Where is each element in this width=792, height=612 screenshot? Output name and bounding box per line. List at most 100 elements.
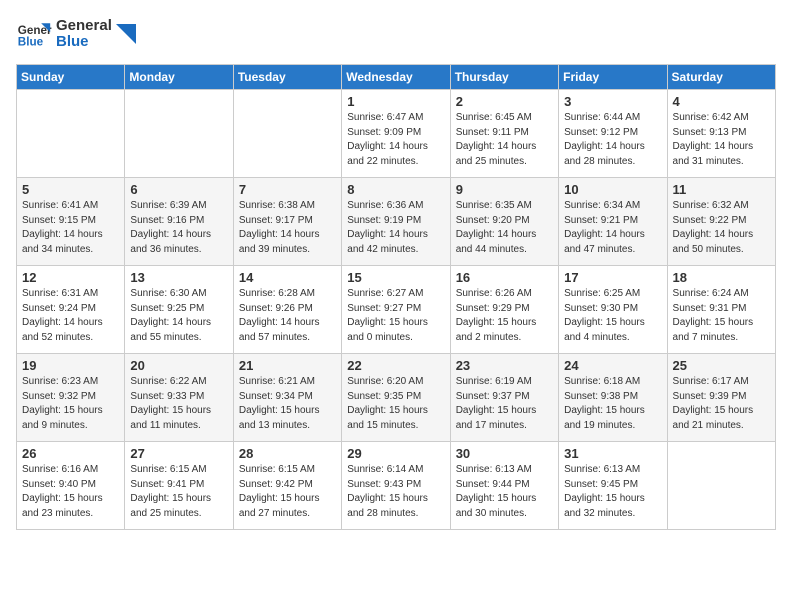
day-info: Sunrise: 6:15 AM Sunset: 9:42 PM Dayligh… <box>239 463 336 521</box>
day-info: Sunrise: 6:27 AM Sunset: 9:27 PM Dayligh… <box>347 287 444 345</box>
day-number: 15 <box>347 270 444 285</box>
day-cell: 17Sunrise: 6:25 AM Sunset: 9:30 PM Dayli… <box>559 266 667 354</box>
day-info: Sunrise: 6:30 AM Sunset: 9:25 PM Dayligh… <box>130 287 227 345</box>
day-info: Sunrise: 6:38 AM Sunset: 9:17 PM Dayligh… <box>239 199 336 257</box>
header-saturday: Saturday <box>667 65 775 90</box>
day-cell: 27 Sunrise: 6:15 AM Sunset: 9:41 PM Dayli… <box>125 442 233 530</box>
header-tuesday: Tuesday <box>233 65 341 90</box>
day-cell: 26 Sunrise: 6:16 AM Sunset: 9:40 PM Dayli… <box>17 442 125 530</box>
day-number: 12 <box>22 270 119 285</box>
logo-text-general: General <box>56 18 112 35</box>
day-info: Sunrise: 6:31 AM Sunset: 9:24 PM Dayligh… <box>22 287 119 345</box>
day-cell: 13 Sunrise: 6:30 AM Sunset: 9:25 PM Dayli… <box>125 266 233 354</box>
day-cell: 23Sunrise: 6:19 AM Sunset: 9:37 PM Dayli… <box>450 354 558 442</box>
week-row-1: 5 Sunrise: 6:41 AM Sunset: 9:15 PM Daylig… <box>17 178 776 266</box>
day-number: 1 <box>347 94 444 109</box>
logo-text-blue: Blue <box>56 34 112 51</box>
day-cell <box>125 90 233 178</box>
day-cell: 1 Sunrise: 6:47 AM Sunset: 9:09 PM Daylig… <box>342 90 450 178</box>
day-info: Sunrise: 6:44 AM Sunset: 9:12 PM Dayligh… <box>564 111 661 169</box>
day-cell: 3 Sunrise: 6:44 AM Sunset: 9:12 PM Daylig… <box>559 90 667 178</box>
day-cell: 9Sunrise: 6:35 AM Sunset: 9:20 PM Daylig… <box>450 178 558 266</box>
day-number: 25 <box>673 358 770 373</box>
calendar-table: SundayMondayTuesdayWednesdayThursdayFrid… <box>16 64 776 530</box>
day-info: Sunrise: 6:21 AM Sunset: 9:34 PM Dayligh… <box>239 375 336 433</box>
day-info: Sunrise: 6:22 AM Sunset: 9:33 PM Dayligh… <box>130 375 227 433</box>
day-number: 8 <box>347 182 444 197</box>
day-number: 4 <box>673 94 770 109</box>
day-info: Sunrise: 6:41 AM Sunset: 9:15 PM Dayligh… <box>22 199 119 257</box>
day-number: 26 <box>22 446 119 461</box>
week-row-2: 12 Sunrise: 6:31 AM Sunset: 9:24 PM Dayli… <box>17 266 776 354</box>
day-info: Sunrise: 6:42 AM Sunset: 9:13 PM Dayligh… <box>673 111 770 169</box>
calendar-body: 1 Sunrise: 6:47 AM Sunset: 9:09 PM Daylig… <box>17 90 776 530</box>
day-cell <box>233 90 341 178</box>
day-cell: 14 Sunrise: 6:28 AM Sunset: 9:26 PM Dayli… <box>233 266 341 354</box>
day-number: 13 <box>130 270 227 285</box>
day-cell <box>17 90 125 178</box>
day-cell: 11 Sunrise: 6:32 AM Sunset: 9:22 PM Dayli… <box>667 178 775 266</box>
day-number: 28 <box>239 446 336 461</box>
day-info: Sunrise: 6:14 AM Sunset: 9:43 PM Dayligh… <box>347 463 444 521</box>
day-number: 11 <box>673 182 770 197</box>
day-cell: 10 Sunrise: 6:34 AM Sunset: 9:21 PM Dayli… <box>559 178 667 266</box>
day-number: 29 <box>347 446 444 461</box>
day-number: 3 <box>564 94 661 109</box>
day-info: Sunrise: 6:36 AM Sunset: 9:19 PM Dayligh… <box>347 199 444 257</box>
day-info: Sunrise: 6:32 AM Sunset: 9:22 PM Dayligh… <box>673 199 770 257</box>
day-number: 10 <box>564 182 661 197</box>
day-number: 21 <box>239 358 336 373</box>
day-cell: 16Sunrise: 6:26 AM Sunset: 9:29 PM Dayli… <box>450 266 558 354</box>
logo-arrow-icon <box>116 24 136 44</box>
day-number: 7 <box>239 182 336 197</box>
day-number: 6 <box>130 182 227 197</box>
day-number: 9 <box>456 182 553 197</box>
day-cell: 31Sunrise: 6:13 AM Sunset: 9:45 PM Dayli… <box>559 442 667 530</box>
day-info: Sunrise: 6:13 AM Sunset: 9:44 PM Dayligh… <box>456 463 553 521</box>
day-cell: 30 Sunrise: 6:13 AM Sunset: 9:44 PM Dayli… <box>450 442 558 530</box>
day-number: 27 <box>130 446 227 461</box>
day-info: Sunrise: 6:17 AM Sunset: 9:39 PM Dayligh… <box>673 375 770 433</box>
day-cell: 15 Sunrise: 6:27 AM Sunset: 9:27 PM Dayli… <box>342 266 450 354</box>
day-info: Sunrise: 6:45 AM Sunset: 9:11 PM Dayligh… <box>456 111 553 169</box>
day-info: Sunrise: 6:16 AM Sunset: 9:40 PM Dayligh… <box>22 463 119 521</box>
day-cell: 4 Sunrise: 6:42 AM Sunset: 9:13 PM Daylig… <box>667 90 775 178</box>
day-cell: 29 Sunrise: 6:14 AM Sunset: 9:43 PM Dayli… <box>342 442 450 530</box>
day-info: Sunrise: 6:19 AM Sunset: 9:37 PM Dayligh… <box>456 375 553 433</box>
day-number: 14 <box>239 270 336 285</box>
day-cell: 25 Sunrise: 6:17 AM Sunset: 9:39 PM Dayli… <box>667 354 775 442</box>
day-cell: 18Sunrise: 6:24 AM Sunset: 9:31 PM Dayli… <box>667 266 775 354</box>
day-cell: 8 Sunrise: 6:36 AM Sunset: 9:19 PM Daylig… <box>342 178 450 266</box>
day-info: Sunrise: 6:26 AM Sunset: 9:29 PM Dayligh… <box>456 287 553 345</box>
day-number: 22 <box>347 358 444 373</box>
header-sunday: Sunday <box>17 65 125 90</box>
day-info: Sunrise: 6:15 AM Sunset: 9:41 PM Dayligh… <box>130 463 227 521</box>
day-cell: 5 Sunrise: 6:41 AM Sunset: 9:15 PM Daylig… <box>17 178 125 266</box>
day-number: 17 <box>564 270 661 285</box>
day-cell: 7 Sunrise: 6:38 AM Sunset: 9:17 PM Daylig… <box>233 178 341 266</box>
header-wednesday: Wednesday <box>342 65 450 90</box>
header-friday: Friday <box>559 65 667 90</box>
day-number: 20 <box>130 358 227 373</box>
day-number: 24 <box>564 358 661 373</box>
logo: General Blue General Blue <box>16 16 136 52</box>
header-thursday: Thursday <box>450 65 558 90</box>
day-number: 30 <box>456 446 553 461</box>
day-cell: 6Sunrise: 6:39 AM Sunset: 9:16 PM Daylig… <box>125 178 233 266</box>
day-cell: 22Sunrise: 6:20 AM Sunset: 9:35 PM Dayli… <box>342 354 450 442</box>
day-cell <box>667 442 775 530</box>
day-info: Sunrise: 6:23 AM Sunset: 9:32 PM Dayligh… <box>22 375 119 433</box>
day-number: 31 <box>564 446 661 461</box>
day-info: Sunrise: 6:34 AM Sunset: 9:21 PM Dayligh… <box>564 199 661 257</box>
header-monday: Monday <box>125 65 233 90</box>
week-row-0: 1 Sunrise: 6:47 AM Sunset: 9:09 PM Daylig… <box>17 90 776 178</box>
day-info: Sunrise: 6:47 AM Sunset: 9:09 PM Dayligh… <box>347 111 444 169</box>
day-cell: 12 Sunrise: 6:31 AM Sunset: 9:24 PM Dayli… <box>17 266 125 354</box>
day-number: 5 <box>22 182 119 197</box>
day-cell: 20 Sunrise: 6:22 AM Sunset: 9:33 PM Dayli… <box>125 354 233 442</box>
day-cell: 2Sunrise: 6:45 AM Sunset: 9:11 PM Daylig… <box>450 90 558 178</box>
day-info: Sunrise: 6:28 AM Sunset: 9:26 PM Dayligh… <box>239 287 336 345</box>
day-cell: 28 Sunrise: 6:15 AM Sunset: 9:42 PM Dayli… <box>233 442 341 530</box>
week-row-3: 19Sunrise: 6:23 AM Sunset: 9:32 PM Dayli… <box>17 354 776 442</box>
week-row-4: 26 Sunrise: 6:16 AM Sunset: 9:40 PM Dayli… <box>17 442 776 530</box>
